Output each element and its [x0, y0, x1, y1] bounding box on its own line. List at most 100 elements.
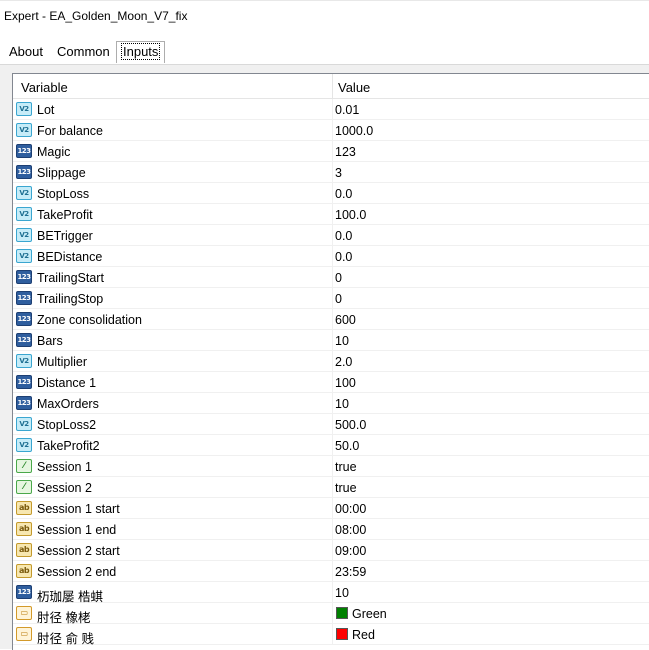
table-row[interactable]: V2 TakeProfit 100.0: [13, 204, 649, 225]
variable-name: StopLoss: [37, 187, 90, 201]
table-row[interactable]: ⁄ Session 1 true: [13, 456, 649, 477]
variable-value[interactable]: true: [335, 460, 357, 474]
table-row[interactable]: 123 TrailingStop 0: [13, 288, 649, 309]
double-icon: V2: [16, 123, 32, 137]
table-row[interactable]: ▭ 肘径 俞 贱 Red: [13, 624, 649, 646]
table-row[interactable]: V2 Multiplier 2.0: [13, 351, 649, 372]
cell-divider: [332, 162, 333, 183]
integer-icon: 123: [16, 333, 32, 347]
double-icon: V2: [16, 207, 32, 221]
cell-divider: [332, 246, 333, 267]
variable-name: Session 2: [37, 481, 92, 495]
variable-name: TrailingStop: [37, 292, 104, 306]
table-row[interactable]: 123 Zone consolidation 600: [13, 309, 649, 330]
variable-value[interactable]: 00:00: [335, 502, 366, 516]
variable-name: BEDistance: [37, 250, 103, 264]
variable-value[interactable]: 1000.0: [335, 124, 373, 138]
variable-value[interactable]: 10: [335, 586, 349, 600]
table-row[interactable]: ▭ 肘径 橡栳 Green: [13, 603, 649, 625]
cell-divider: [332, 561, 333, 582]
table-row[interactable]: V2 StopLoss2 500.0: [13, 414, 649, 435]
table-body: V2 Lot 0.01 V2 For balance 1000.0 123 Magic 123 1…: [13, 99, 649, 646]
table-row[interactable]: 123 Bars 10: [13, 330, 649, 351]
table-row[interactable]: ab Session 1 end 08:00: [13, 519, 649, 540]
variable-value[interactable]: 10: [335, 334, 349, 348]
double-icon: V2: [16, 228, 32, 242]
table-row[interactable]: ab Session 2 start 09:00: [13, 540, 649, 561]
table-row[interactable]: 123 Distance 1 100: [13, 372, 649, 393]
variable-value[interactable]: 23:59: [335, 565, 366, 579]
inputs-table: Variable Value V2 Lot 0.01 V2 For balance 100…: [12, 73, 649, 650]
integer-icon: 123: [16, 291, 32, 305]
column-header-value[interactable]: Value: [338, 80, 370, 95]
cell-divider: [332, 372, 333, 393]
tab-inputs[interactable]: Inputs: [116, 41, 166, 63]
variable-value[interactable]: 0.01: [335, 103, 359, 117]
column-header-variable[interactable]: Variable: [21, 80, 68, 95]
tab-about[interactable]: About: [5, 43, 47, 61]
integer-icon: 123: [16, 144, 32, 158]
bool-icon: ⁄: [16, 480, 32, 494]
variable-value[interactable]: 100: [335, 376, 356, 390]
variable-value[interactable]: 0: [335, 271, 342, 285]
table-row[interactable]: 123 TrailingStart 0: [13, 267, 649, 288]
table-row[interactable]: V2 TakeProfit2 50.0: [13, 435, 649, 456]
variable-value[interactable]: Green: [352, 607, 387, 621]
variable-value[interactable]: 123: [335, 145, 356, 159]
color-swatch[interactable]: [336, 607, 348, 619]
color-icon: ▭: [16, 606, 32, 620]
variable-value[interactable]: 08:00: [335, 523, 366, 537]
variable-value[interactable]: 0.0: [335, 229, 352, 243]
cell-divider: [332, 603, 333, 624]
tab-common[interactable]: Common: [53, 43, 114, 61]
variable-value[interactable]: 0.0: [335, 187, 352, 201]
cell-divider: [332, 330, 333, 351]
table-row[interactable]: ⁄ Session 2 true: [13, 477, 649, 498]
color-swatch[interactable]: [336, 628, 348, 640]
variable-value[interactable]: 2.0: [335, 355, 352, 369]
table-row[interactable]: V2 For balance 1000.0: [13, 120, 649, 141]
integer-icon: 123: [16, 312, 32, 326]
column-divider[interactable]: [332, 74, 333, 98]
variable-name: TakeProfit: [37, 208, 93, 222]
variable-value[interactable]: 0: [335, 292, 342, 306]
table-row[interactable]: 123 Slippage 3: [13, 162, 649, 183]
variable-value[interactable]: 600: [335, 313, 356, 327]
variable-name: Bars: [37, 334, 63, 348]
cell-divider: [332, 351, 333, 372]
table-row[interactable]: 123 MaxOrders 10: [13, 393, 649, 414]
variable-value[interactable]: 0.0: [335, 250, 352, 264]
variable-name: Zone consolidation: [37, 313, 142, 327]
table-row[interactable]: 123 杤珈屡 梏蜞 10: [13, 582, 649, 604]
inputs-panel: Variable Value V2 Lot 0.01 V2 For balance 100…: [0, 64, 649, 650]
variable-value[interactable]: true: [335, 481, 357, 495]
variable-name: Multiplier: [37, 355, 88, 369]
variable-value[interactable]: 3: [335, 166, 342, 180]
variable-value[interactable]: Red: [352, 628, 375, 642]
table-row[interactable]: V2 StopLoss 0.0: [13, 183, 649, 204]
cell-divider: [332, 120, 333, 141]
variable-value[interactable]: 10: [335, 397, 349, 411]
variable-name: Session 1: [37, 460, 92, 474]
variable-value[interactable]: 50.0: [335, 439, 359, 453]
cell-divider: [332, 225, 333, 246]
variable-name: Magic: [37, 145, 71, 159]
table-row[interactable]: V2 Lot 0.01: [13, 99, 649, 120]
double-icon: V2: [16, 102, 32, 116]
table-row[interactable]: ab Session 2 end 23:59: [13, 561, 649, 582]
variable-value[interactable]: 500.0: [335, 418, 366, 432]
table-row[interactable]: 123 Magic 123: [13, 141, 649, 162]
double-icon: V2: [16, 438, 32, 452]
double-icon: V2: [16, 186, 32, 200]
cell-divider: [332, 477, 333, 498]
cell-divider: [332, 414, 333, 435]
table-row[interactable]: V2 BETrigger 0.0: [13, 225, 649, 246]
cell-divider: [332, 456, 333, 477]
cell-divider: [332, 183, 333, 204]
table-row[interactable]: V2 BEDistance 0.0: [13, 246, 649, 267]
cell-divider: [332, 99, 333, 120]
table-row[interactable]: ab Session 1 start 00:00: [13, 498, 649, 519]
variable-value[interactable]: 09:00: [335, 544, 366, 558]
integer-icon: 123: [16, 270, 32, 284]
variable-value[interactable]: 100.0: [335, 208, 366, 222]
